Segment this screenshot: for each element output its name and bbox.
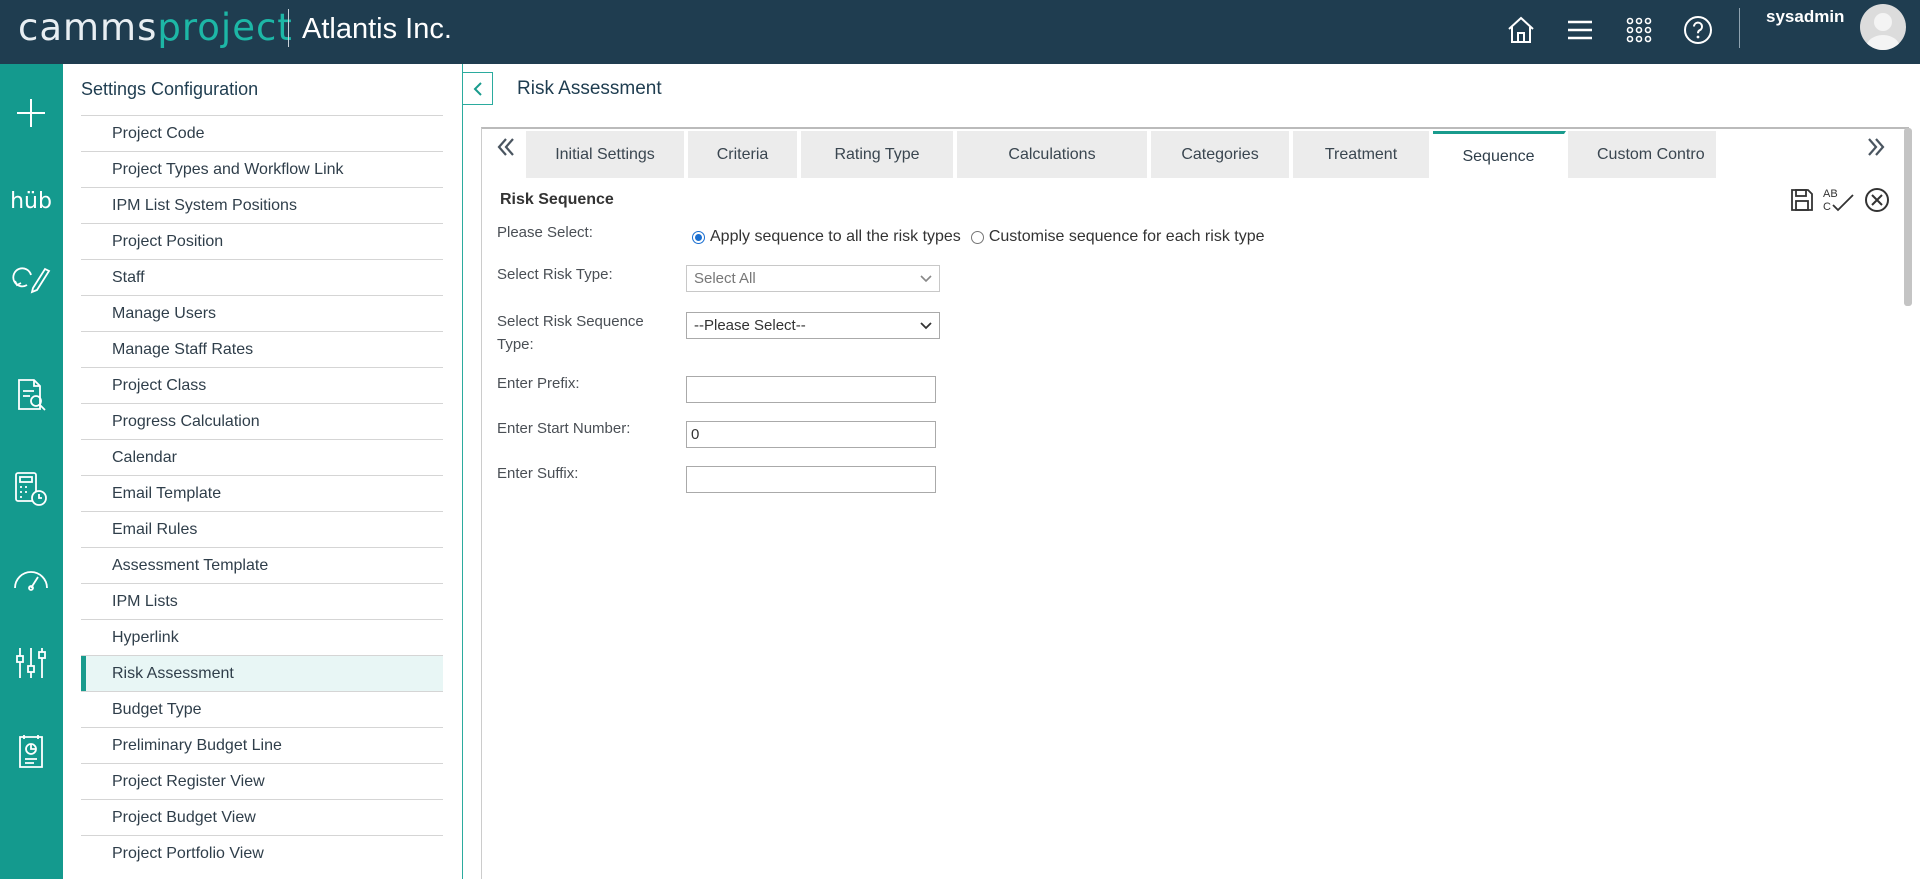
settings-item-email-template[interactable]: Email Template bbox=[81, 475, 443, 511]
header-divider bbox=[288, 9, 289, 47]
hub-icon[interactable]: hüb bbox=[10, 180, 52, 222]
tab-scroll-right-icon[interactable] bbox=[1864, 135, 1888, 164]
sequence-type-select[interactable]: --Please Select-- bbox=[686, 312, 940, 339]
apps-grid-icon[interactable] bbox=[1621, 12, 1657, 48]
settings-item-ipm-lists[interactable]: IPM Lists bbox=[81, 583, 443, 619]
settings-item-email-rules[interactable]: Email Rules bbox=[81, 511, 443, 547]
settings-item-preliminary-budget-line[interactable]: Preliminary Budget Line bbox=[81, 727, 443, 763]
settings-item-ipm-list-system-positions[interactable]: IPM List System Positions bbox=[81, 187, 443, 223]
edit-cycle-icon[interactable] bbox=[10, 257, 52, 299]
prefix-label: Enter Prefix: bbox=[497, 375, 580, 392]
chevron-down-icon bbox=[920, 322, 932, 330]
start-number-input[interactable]: 0 bbox=[686, 421, 936, 448]
svg-text:AB: AB bbox=[1823, 188, 1838, 200]
tab-rating-type[interactable]: Rating Type bbox=[801, 131, 955, 178]
settings-panel: Settings Configuration Project Code Proje… bbox=[63, 64, 463, 879]
settings-item-staff[interactable]: Staff bbox=[81, 259, 443, 295]
settings-item-project-class[interactable]: Project Class bbox=[81, 367, 443, 403]
add-icon[interactable] bbox=[10, 92, 52, 134]
home-icon[interactable] bbox=[1503, 12, 1539, 48]
settings-item-hyperlink[interactable]: Hyperlink bbox=[81, 619, 443, 655]
document-search-icon[interactable] bbox=[10, 374, 52, 416]
scrollbar[interactable] bbox=[1904, 128, 1912, 306]
collapse-panel-button[interactable] bbox=[462, 72, 493, 105]
apply-all-radio-label[interactable]: Apply sequence to all the risk types bbox=[710, 228, 961, 246]
customise-radio-label[interactable]: Customise sequence for each risk type bbox=[989, 228, 1265, 246]
content-panel: Initial Settings Criteria Rating Type Calcu… bbox=[481, 127, 1909, 879]
page-title: Risk Assessment bbox=[517, 78, 662, 99]
tab-custom-contro[interactable]: Custom Contro bbox=[1568, 131, 1718, 178]
tab-scroll-left-icon[interactable] bbox=[494, 135, 518, 164]
left-rail: hüb bbox=[0, 64, 63, 879]
settings-item-risk-assessment[interactable]: Risk Assessment bbox=[81, 655, 443, 691]
settings-item-assessment-template[interactable]: Assessment Template bbox=[81, 547, 443, 583]
menu-icon[interactable] bbox=[1562, 12, 1598, 48]
tab-sequence[interactable]: Sequence bbox=[1433, 131, 1566, 179]
settings-item-project-register-view[interactable]: Project Register View bbox=[81, 763, 443, 799]
logo-text-project: project bbox=[157, 6, 293, 49]
settings-item-calendar[interactable]: Calendar bbox=[81, 439, 443, 475]
top-bar: cammsproject Atlantis Inc. sysadmin bbox=[0, 0, 1920, 64]
hub-label: hüb bbox=[10, 188, 52, 214]
tab-initial-settings[interactable]: Initial Settings bbox=[526, 131, 686, 178]
suffix-label: Enter Suffix: bbox=[497, 465, 579, 482]
settings-sliders-icon[interactable] bbox=[10, 642, 52, 684]
risk-type-label: Select Risk Type: bbox=[497, 266, 613, 283]
risk-type-select-value: Select All bbox=[694, 270, 756, 287]
prefix-input[interactable] bbox=[686, 376, 936, 403]
sequence-option-group: Apply sequence to all the risk types Cus… bbox=[692, 228, 1265, 246]
settings-item-project-code[interactable]: Project Code bbox=[81, 115, 443, 151]
settings-list: Project Code Project Types and Workflow L… bbox=[81, 115, 443, 871]
settings-item-project-types-and-workflow-link[interactable]: Project Types and Workflow Link bbox=[81, 151, 443, 187]
chevron-left-icon bbox=[473, 81, 482, 96]
app-logo[interactable]: cammsproject bbox=[18, 6, 293, 50]
sequence-type-select-value: --Please Select-- bbox=[694, 317, 806, 334]
logo-text-camms: camms bbox=[18, 6, 158, 49]
tab-treatment[interactable]: Treatment bbox=[1293, 131, 1431, 178]
please-select-label: Please Select: bbox=[497, 224, 593, 241]
close-circle-icon[interactable] bbox=[1862, 185, 1892, 215]
chevron-down-icon bbox=[920, 275, 932, 283]
tab-categories[interactable]: Categories bbox=[1151, 131, 1291, 178]
risk-type-select[interactable]: Select All bbox=[686, 265, 940, 292]
settings-item-project-portfolio-view[interactable]: Project Portfolio View bbox=[81, 835, 443, 871]
calculator-clock-icon[interactable] bbox=[10, 468, 52, 510]
section-title: Risk Sequence bbox=[500, 191, 614, 208]
settings-item-budget-type[interactable]: Budget Type bbox=[81, 691, 443, 727]
avatar[interactable] bbox=[1860, 4, 1906, 50]
help-icon[interactable] bbox=[1680, 12, 1716, 48]
settings-item-manage-users[interactable]: Manage Users bbox=[81, 295, 443, 331]
header-divider bbox=[1739, 8, 1740, 48]
sequence-type-label: Select Risk Sequence Type: bbox=[497, 313, 644, 353]
report-icon[interactable] bbox=[10, 731, 52, 773]
customise-radio[interactable] bbox=[970, 230, 984, 244]
apply-all-radio[interactable] bbox=[692, 230, 705, 244]
spellcheck-icon[interactable]: AB C bbox=[1821, 185, 1855, 215]
save-icon[interactable] bbox=[1787, 185, 1817, 215]
company-name: Atlantis Inc. bbox=[302, 13, 452, 45]
settings-item-progress-calculation[interactable]: Progress Calculation bbox=[81, 403, 443, 439]
settings-item-manage-staff-rates[interactable]: Manage Staff Rates bbox=[81, 331, 443, 367]
svg-text:C: C bbox=[1823, 201, 1831, 213]
tab-criteria[interactable]: Criteria bbox=[688, 131, 799, 178]
suffix-input[interactable] bbox=[686, 466, 936, 493]
username[interactable]: sysadmin bbox=[1766, 7, 1844, 27]
gauge-icon[interactable] bbox=[10, 558, 52, 600]
tab-calculations[interactable]: Calculations bbox=[957, 131, 1149, 178]
settings-item-project-position[interactable]: Project Position bbox=[81, 223, 443, 259]
settings-item-project-budget-view[interactable]: Project Budget View bbox=[81, 799, 443, 835]
settings-title: Settings Configuration bbox=[81, 79, 259, 99]
start-number-label: Enter Start Number: bbox=[497, 420, 631, 437]
